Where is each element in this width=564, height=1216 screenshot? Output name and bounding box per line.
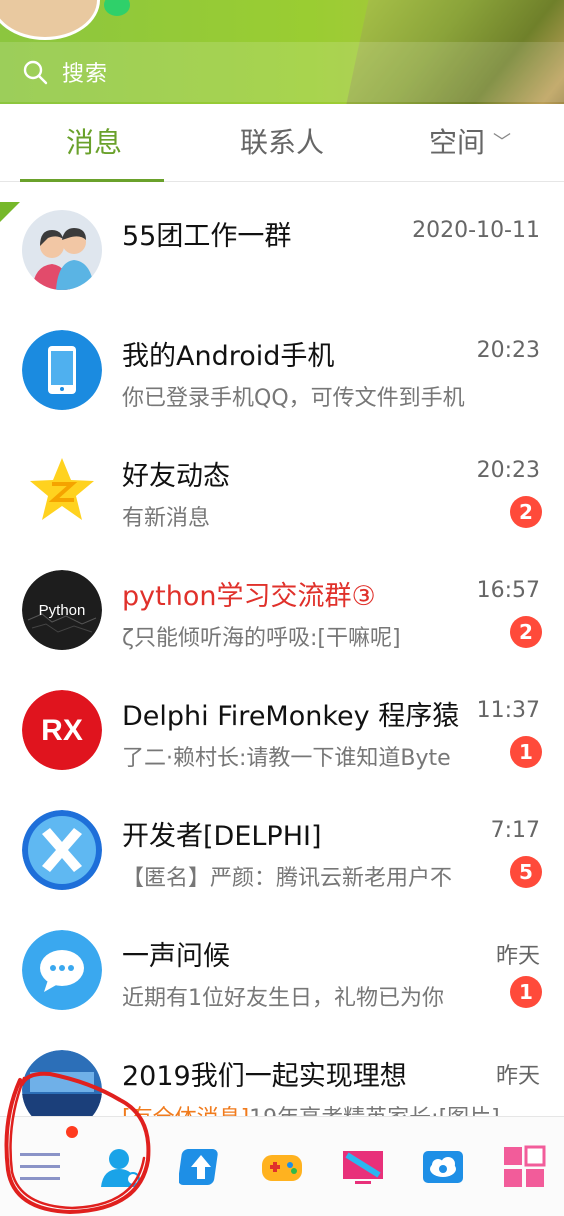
conversation-preview: 了二·赖村长:请教一下谁知道Byte [122, 746, 451, 771]
upload-arrow-icon[interactable] [173, 1139, 229, 1195]
group-photo-icon[interactable] [22, 1050, 102, 1116]
conversation-item[interactable]: Python python学习交流群③ ζ只能倾听海的呼吸:[干嘛呢] 16:5… [0, 542, 564, 662]
search-bar[interactable]: 搜索 [0, 42, 564, 102]
unread-badge: 5 [510, 856, 542, 888]
online-status-dot [104, 0, 130, 16]
conversation-preview: [有全体消息]19年高考精英家长:[图片] [122, 1100, 500, 1116]
search-placeholder: 搜索 [62, 62, 109, 87]
conversation-time: 2020-10-11 [412, 218, 540, 243]
conversation-time: 7:17 [490, 818, 540, 843]
rx-logo-icon[interactable]: RX [22, 690, 102, 770]
pinned-corner-marker [0, 202, 20, 222]
conversation-title: 2019我们一起实现理想 [122, 1061, 407, 1092]
chat-bubble-icon[interactable] [22, 930, 102, 1010]
conversation-preview: 近期有1位好友生日，礼物已为你 [122, 986, 444, 1011]
notification-dot [66, 1126, 78, 1138]
conversation-time: 11:37 [476, 698, 540, 723]
apps-grid-icon[interactable] [496, 1139, 552, 1195]
qzone-star-icon[interactable] [22, 450, 102, 530]
conversation-time: 16:57 [476, 578, 540, 603]
contacts-icon[interactable] [93, 1139, 149, 1195]
unread-badge: 1 [510, 976, 542, 1008]
svg-text:RX: RX [41, 714, 83, 747]
python-logo-icon[interactable]: Python [22, 570, 102, 650]
header-banner: 搜索 [0, 0, 564, 104]
conversation-title: 我的Android手机 [122, 341, 335, 372]
bottom-toolbar [0, 1116, 564, 1216]
unread-badge: 1 [510, 736, 542, 768]
conversation-preview-text: 19年高考精英家长:[图片] [249, 1106, 500, 1116]
conversation-preview: 有新消息 [122, 506, 211, 531]
conversation-preview: 【匿名】严颜：腾讯云新老用户不 [122, 866, 453, 891]
tab-contacts[interactable]: 联系人 [188, 104, 376, 182]
unread-badge: 2 [510, 616, 542, 648]
tab-space[interactable]: 空间 ﹀ [376, 104, 564, 182]
svg-text:Python: Python [39, 602, 86, 619]
search-icon [23, 60, 48, 85]
conversation-title: Delphi FireMonkey 程序猿 [122, 701, 460, 732]
unread-badge: 2 [510, 496, 542, 528]
mention-highlight: [有全体消息] [122, 1106, 249, 1116]
screen-share-icon[interactable] [335, 1139, 391, 1195]
tab-messages[interactable]: 消息 [0, 104, 188, 182]
conversation-time: 20:23 [476, 458, 540, 483]
game-icon[interactable] [254, 1139, 310, 1195]
cloud-icon[interactable] [415, 1139, 471, 1195]
conversation-item[interactable]: 55团工作一群 2020-10-11 [0, 182, 564, 302]
conversation-item[interactable]: 我的Android手机 你已登录手机QQ，可传文件到手机 20:23 [0, 302, 564, 422]
phone-icon[interactable] [22, 330, 102, 410]
group-people-icon[interactable] [22, 210, 102, 290]
conversation-item[interactable]: 一声问候 近期有1位好友生日，礼物已为你 昨天 1 [0, 902, 564, 1022]
tab-messages-label: 消息 [65, 125, 122, 159]
conversation-list[interactable]: 55团工作一群 2020-10-11 我的Android手机 你已登录手机QQ，… [0, 182, 564, 1116]
conversation-time: 20:23 [476, 338, 540, 363]
conversation-title: 一声问候 [122, 941, 230, 972]
conversation-item[interactable]: 2019我们一起实现理想 [有全体消息]19年高考精英家长:[图片] 昨天 [0, 1022, 564, 1116]
tab-bar: 消息 联系人 空间 ﹀ [0, 104, 564, 182]
chevron-down-icon: ﹀ [493, 131, 511, 153]
conversation-time: 昨天 [495, 1064, 540, 1089]
tab-space-label: 空间 [428, 125, 485, 159]
conversation-item[interactable]: RX Delphi FireMonkey 程序猿 了二·赖村长:请教一下谁知道B… [0, 662, 564, 782]
conversation-title: 55团工作一群 [122, 221, 292, 252]
profile-avatar[interactable] [0, 0, 100, 40]
x-logo-icon[interactable] [22, 810, 102, 890]
conversation-title: 好友动态 [122, 461, 230, 492]
conversation-preview: 你已登录手机QQ，可传文件到手机 [122, 386, 465, 411]
conversation-title: python学习交流群③ [122, 581, 376, 612]
conversation-time: 昨天 [495, 944, 540, 969]
conversation-item[interactable]: 好友动态 有新消息 20:23 2 [0, 422, 564, 542]
conversation-preview: ζ只能倾听海的呼吸:[干嘛呢] [122, 626, 401, 651]
conversation-title: 开发者[DELPHI] [122, 821, 322, 852]
conversation-item[interactable]: 开发者[DELPHI] 【匿名】严颜：腾讯云新老用户不 7:17 5 [0, 782, 564, 902]
tab-contacts-label: 联系人 [239, 125, 324, 159]
menu-icon[interactable] [12, 1139, 68, 1195]
